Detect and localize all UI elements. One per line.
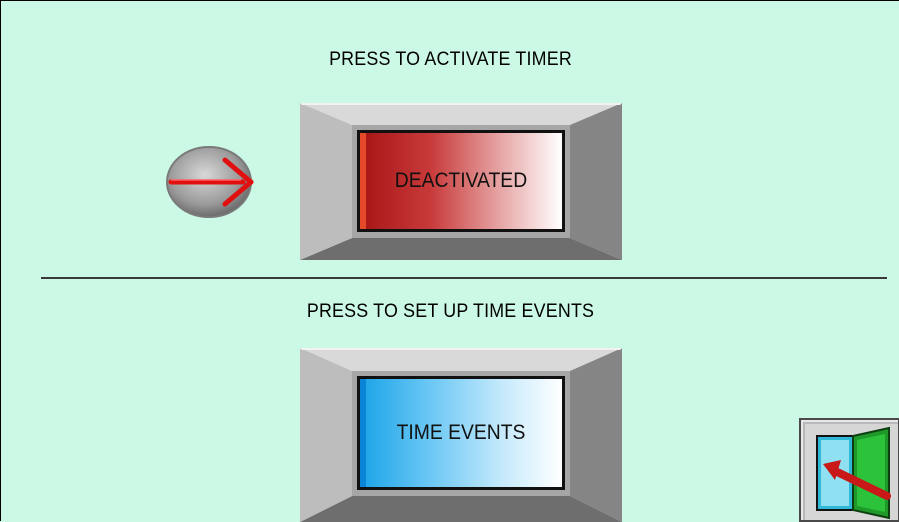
timer-button-label: DEACTIVATED — [394, 169, 528, 192]
setup-time-events-heading: PRESS TO SET UP TIME EVENTS — [306, 301, 595, 322]
timer-control-panel: PRESS TO ACTIVATE TIMER DEACTIVATED PRES… — [0, 0, 899, 522]
red-arrow-right-icon — [166, 146, 254, 218]
time-events-face[interactable]: TIME EVENTS — [357, 376, 565, 490]
time-events-button-label: TIME EVENTS — [396, 421, 526, 444]
exit-door-icon[interactable] — [799, 418, 899, 522]
timer-activate-button[interactable]: DEACTIVATED — [300, 103, 622, 260]
time-events-button[interactable]: TIME EVENTS — [300, 348, 622, 522]
section-divider — [41, 277, 887, 279]
deactivated-status-face[interactable]: DEACTIVATED — [357, 130, 565, 232]
activate-timer-heading: PRESS TO ACTIVATE TIMER — [329, 49, 572, 70]
